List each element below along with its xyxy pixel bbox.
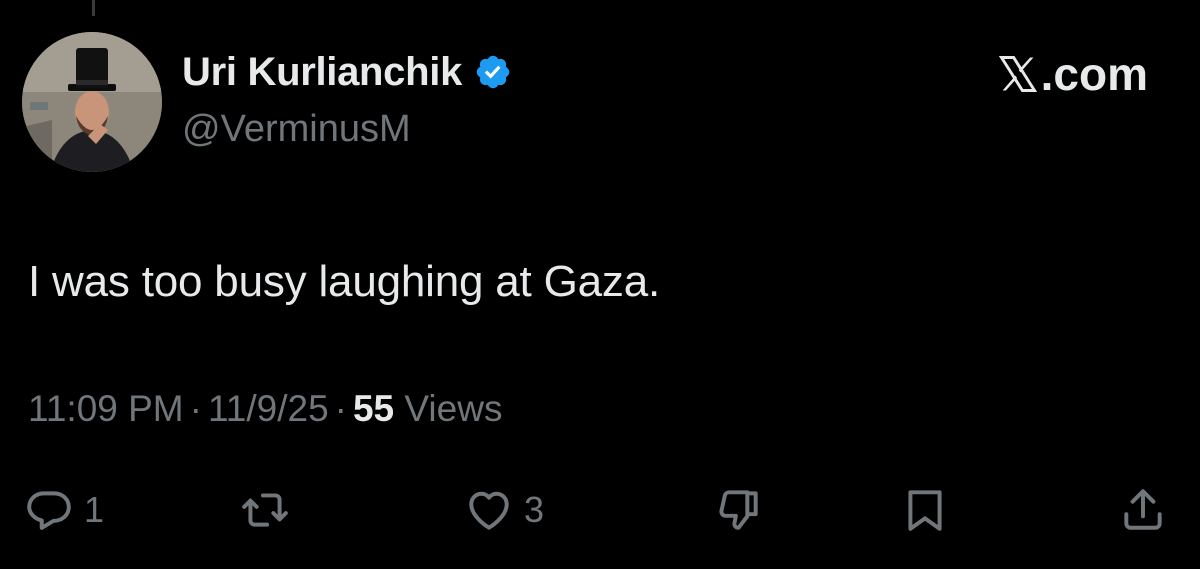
- repost-button[interactable]: [240, 480, 300, 540]
- display-name[interactable]: Uri Kurlianchik: [182, 48, 462, 96]
- tweet-time[interactable]: 11:09 PM: [28, 388, 184, 429]
- heart-icon: [469, 491, 509, 530]
- tweet-meta: 11:09 PM · 11/9/25 · 55 Views: [28, 386, 502, 432]
- views-count[interactable]: 55: [353, 388, 394, 429]
- user-handle[interactable]: @VerminusM: [182, 106, 411, 152]
- avatar-image: [22, 32, 162, 172]
- display-name-row: Uri Kurlianchik: [182, 48, 512, 96]
- like-count: 3: [524, 489, 545, 530]
- site-logo-text: .com: [1040, 48, 1148, 100]
- views-label[interactable]: Views: [404, 388, 502, 429]
- reply-button[interactable]: 1: [24, 480, 104, 540]
- thumbs-down-icon: [719, 490, 758, 530]
- like-button[interactable]: 3: [464, 480, 544, 540]
- tweet-screenshot: Uri Kurlianchik @VerminusM .com I was to…: [0, 0, 1200, 569]
- meta-separator: ·: [334, 388, 347, 429]
- bookmark-button[interactable]: [900, 480, 960, 540]
- reply-icon: [27, 491, 71, 530]
- share-icon: [1124, 489, 1162, 530]
- share-button[interactable]: [1118, 480, 1178, 540]
- reply-count: 1: [84, 489, 105, 530]
- meta-separator: ·: [189, 388, 202, 429]
- x-logo-icon: [998, 56, 1037, 92]
- thread-line: [92, 0, 95, 16]
- repost-icon: [242, 493, 288, 527]
- bookmark-icon: [908, 490, 942, 531]
- dislike-button[interactable]: [714, 480, 774, 540]
- action-bar: 1 3: [0, 480, 1200, 540]
- site-logo: .com: [996, 48, 1148, 100]
- tweet-date[interactable]: 11/9/25: [208, 388, 329, 429]
- avatar[interactable]: [22, 32, 162, 172]
- verified-badge-icon: [476, 55, 510, 89]
- tweet-text: I was too busy laughing at Gaza.: [28, 257, 660, 306]
